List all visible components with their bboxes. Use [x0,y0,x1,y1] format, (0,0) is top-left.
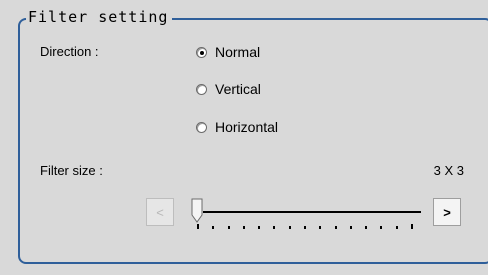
slider-tick [319,226,322,229]
slider-track[interactable] [203,211,421,213]
radio-vertical[interactable] [196,83,207,95]
direction-label: Direction : [40,44,99,59]
slider-tick [349,226,352,229]
direction-option-vertical[interactable]: Vertical [196,81,261,97]
slider-tick [227,226,230,229]
decrement-button[interactable]: < [146,198,174,226]
filter-size-label: Filter size : [40,163,103,178]
slider-thumb[interactable] [191,198,204,223]
filter-size-value: 3 X 3 [433,163,464,178]
filter-setting-title: Filter setting [26,8,173,26]
slider-tick [197,224,199,229]
slider-tick [258,226,261,229]
slider-tick [395,226,398,229]
slider-tick [242,226,245,229]
radio-horizontal[interactable] [196,121,207,133]
direction-option-normal[interactable]: Normal [196,44,260,60]
slider-tick [334,226,337,229]
slider-tick [365,226,368,229]
slider-tick [273,226,276,229]
slider-tick [411,224,413,229]
slider-tick [212,226,215,229]
radio-normal[interactable] [196,46,207,58]
direction-option-horizontal[interactable]: Horizontal [196,119,278,135]
direction-option-vertical-label: Vertical [215,81,261,97]
slider-tick [304,226,306,229]
slider-tick [380,226,383,229]
increment-button[interactable]: > [433,198,461,226]
slider-tick [288,226,291,229]
direction-option-normal-label: Normal [215,44,261,60]
direction-option-horizontal-label: Horizontal [215,119,279,135]
